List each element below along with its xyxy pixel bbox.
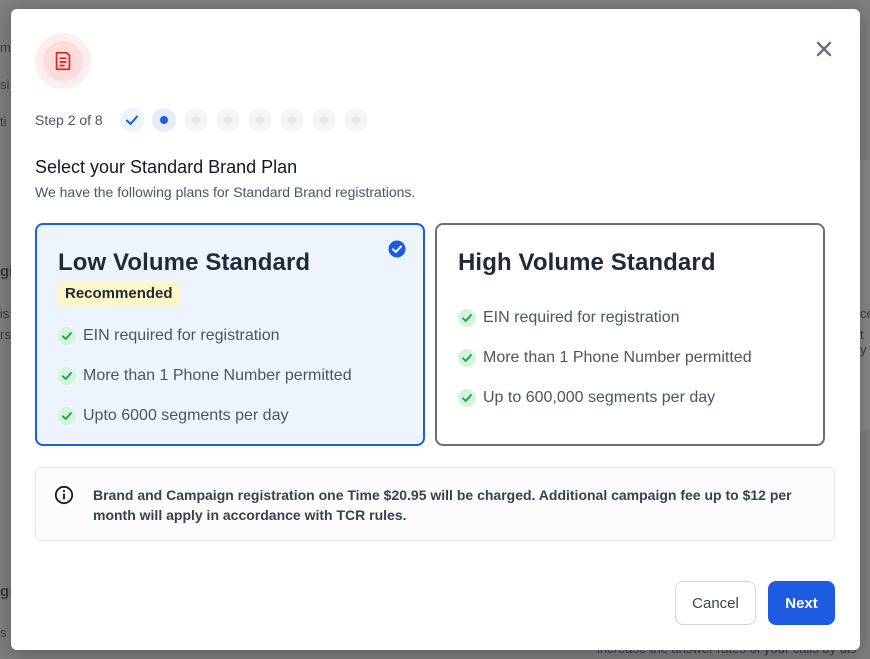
selected-check-icon: [388, 240, 406, 258]
step-label: Step 2 of 8: [35, 112, 103, 128]
step-6: [279, 108, 304, 132]
document-icon: [55, 51, 71, 71]
step-1-done: [119, 108, 144, 132]
feature-text: EIN required for registration: [83, 327, 280, 344]
feature-list: EIN required for registration More than …: [58, 316, 402, 436]
check-icon: [458, 309, 476, 327]
header-icon-badge: [35, 33, 91, 89]
step-3: [183, 108, 208, 132]
background-text: ce: [860, 306, 870, 321]
feature-item: Up to 600,000 segments per day: [458, 378, 802, 418]
background-text: rs: [0, 327, 11, 342]
info-text: Brand and Campaign registration one Time…: [93, 487, 792, 523]
check-icon: [58, 367, 76, 385]
recommended-badge: Recommended: [58, 282, 180, 305]
feature-item: EIN required for registration: [458, 298, 802, 338]
feature-item: More than 1 Phone Number permitted: [458, 338, 802, 378]
plan-card-low-volume[interactable]: Low Volume Standard Recommended EIN requ…: [35, 223, 425, 446]
modal-title: Select your Standard Brand Plan: [35, 157, 298, 177]
feature-list: EIN required for registration More than …: [458, 298, 802, 418]
cancel-button[interactable]: Cancel: [675, 581, 756, 625]
feature-text: Upto 6000 segments per day: [83, 407, 289, 424]
background-text: is: [0, 306, 10, 321]
background-text: ti: [0, 114, 7, 129]
stepper: Step 2 of 8: [35, 108, 376, 132]
background-text: g: [0, 583, 10, 600]
next-button[interactable]: Next: [768, 581, 835, 625]
plan-card-high-volume[interactable]: High Volume Standard EIN required for re…: [435, 223, 825, 446]
step-2-current: [151, 108, 176, 132]
info-icon: [54, 485, 74, 505]
modal-subtitle: We have the following plans for Standard…: [35, 184, 416, 200]
close-icon: [816, 41, 832, 57]
info-notice: Brand and Campaign registration one Time…: [35, 467, 835, 541]
check-icon: [58, 327, 76, 345]
background-text: si: [0, 77, 10, 92]
plan-name: Low Volume Standard: [58, 249, 311, 276]
check-icon: [458, 349, 476, 367]
step-5: [247, 108, 272, 132]
step-8: [343, 108, 368, 132]
plan-name: High Volume Standard: [458, 249, 716, 276]
feature-item: EIN required for registration: [58, 316, 402, 356]
check-icon: [458, 389, 476, 407]
check-icon: [125, 115, 138, 125]
check-icon: [58, 407, 76, 425]
feature-text: EIN required for registration: [483, 309, 680, 326]
feature-text: Up to 600,000 segments per day: [483, 389, 716, 406]
feature-item: Upto 6000 segments per day: [58, 396, 402, 436]
step-4: [215, 108, 240, 132]
step-7: [311, 108, 336, 132]
feature-text: More than 1 Phone Number permitted: [483, 349, 752, 366]
background-panel: [860, 160, 870, 430]
feature-item: More than 1 Phone Number permitted: [58, 356, 402, 396]
close-button[interactable]: [814, 39, 834, 59]
background-text: t y: [860, 327, 867, 357]
brand-plan-modal: Step 2 of 8 Select your Standard Brand P…: [11, 9, 860, 650]
feature-text: More than 1 Phone Number permitted: [83, 367, 352, 384]
